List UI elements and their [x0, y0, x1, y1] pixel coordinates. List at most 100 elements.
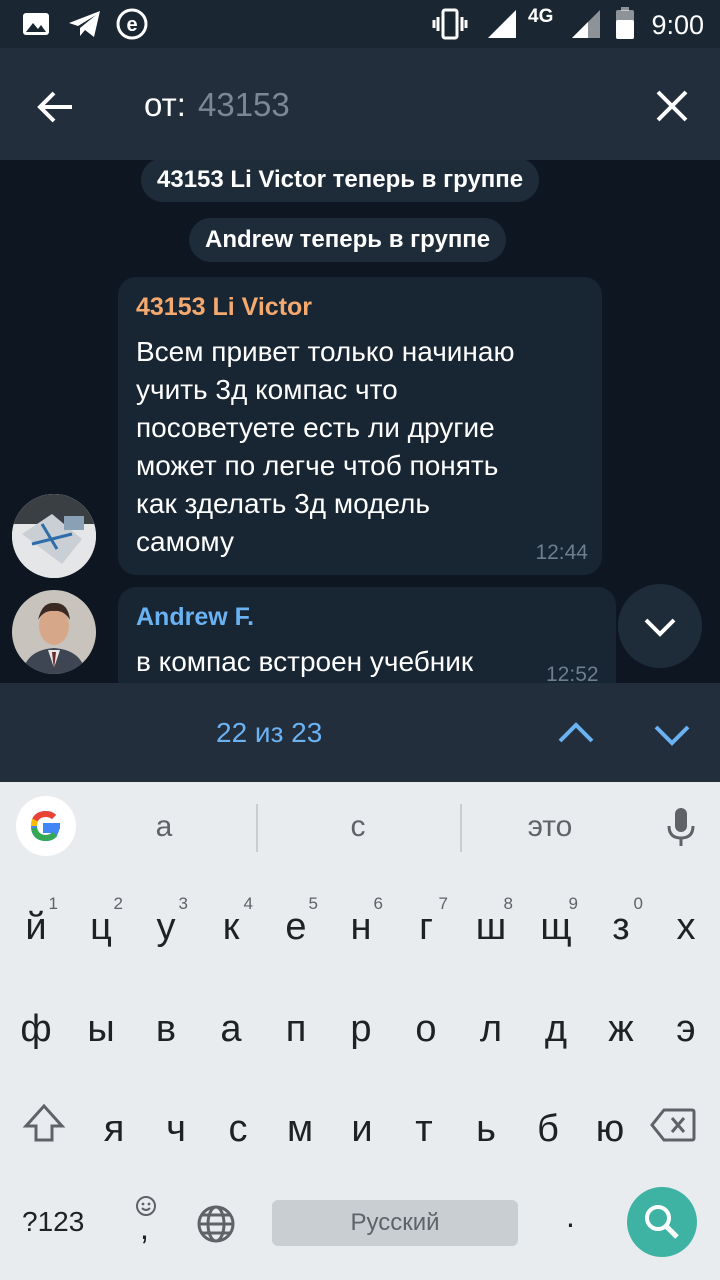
key-label: т [415, 1108, 433, 1150]
key[interactable]: ю [578, 1082, 642, 1162]
key[interactable]: и [330, 1082, 394, 1162]
key-label: ю [595, 1108, 625, 1150]
signal-icon-2 [572, 10, 600, 38]
key[interactable]: ф [4, 982, 68, 1062]
clock: 9:00 [651, 10, 704, 40]
message-sender[interactable]: Andrew F. [136, 603, 254, 632]
key[interactable]: в [134, 982, 198, 1062]
key[interactable]: ы [69, 982, 133, 1062]
key[interactable]: е5 [264, 880, 328, 960]
key-label: у [156, 906, 176, 948]
key-label: м [286, 1108, 314, 1150]
key-label: ц [90, 906, 112, 948]
message-line: может по легче чтоб понять [136, 450, 499, 481]
service-message: Andrew теперь в группе [189, 218, 507, 262]
key-hint: 3 [178, 894, 188, 913]
key[interactable]: к4 [199, 880, 263, 960]
key[interactable]: ш8 [459, 880, 523, 960]
search-result-counter: 22 из 23 [216, 717, 323, 748]
suggestion[interactable]: а [124, 810, 204, 844]
key-hint: 1 [48, 894, 58, 913]
divider [460, 804, 462, 852]
close-icon[interactable] [652, 86, 692, 126]
suggestion[interactable]: это [500, 810, 600, 844]
key[interactable]: д [524, 982, 588, 1062]
key[interactable]: ц2 [69, 880, 133, 960]
avatar-li-victor[interactable] [12, 494, 96, 578]
search-prefix: от: [144, 86, 186, 123]
key[interactable]: м [268, 1082, 332, 1162]
telegram-icon [69, 11, 100, 37]
scroll-down-button[interactable] [618, 584, 702, 668]
message-line: посоветуете есть ли другие [136, 412, 495, 443]
message-line: Всем привет только начинаю [136, 336, 515, 367]
key[interactable]: н6 [329, 880, 393, 960]
key-label: п [285, 1008, 307, 1050]
microphone-icon[interactable] [664, 806, 698, 850]
key-label: х [676, 906, 696, 948]
key-label: и [351, 1108, 373, 1150]
comma-key[interactable]: , [130, 1194, 162, 1250]
shift-icon[interactable] [22, 1102, 66, 1146]
key[interactable]: я [82, 1082, 146, 1162]
key[interactable]: ь [454, 1082, 518, 1162]
key-label: р [350, 1008, 372, 1050]
key[interactable]: о [394, 982, 458, 1062]
key[interactable]: р [329, 982, 393, 1062]
key-hint: 5 [308, 894, 318, 913]
suggestion[interactable]: с [318, 810, 398, 844]
message-line: как зделать 3д модель [136, 488, 430, 519]
message-sender[interactable]: 43153 Li Victor [136, 293, 312, 322]
key[interactable]: а [199, 982, 263, 1062]
key[interactable]: щ9 [524, 880, 588, 960]
network-type: 4G [528, 6, 554, 27]
key-label: о [415, 1008, 437, 1050]
globe-icon[interactable] [196, 1204, 236, 1244]
service-message: 43153 Li Victor теперь в группе [141, 160, 540, 202]
message-bubble[interactable]: Andrew F. в компас встроен учебник 12:52 [118, 587, 616, 683]
symbols-key[interactable]: ?123 [22, 1206, 84, 1238]
search-input[interactable] [198, 82, 618, 128]
key-label: к [222, 906, 240, 948]
google-button[interactable] [16, 796, 76, 856]
key[interactable]: т [392, 1082, 456, 1162]
key-label: ж [608, 1008, 634, 1050]
key[interactable]: л [459, 982, 523, 1062]
message-time: 12:52 [546, 663, 599, 683]
key[interactable]: б [516, 1082, 580, 1162]
avatar-andrew[interactable] [12, 590, 96, 674]
chevron-down-icon [644, 618, 676, 637]
period-key[interactable]: . [566, 1198, 575, 1235]
next-result-chevron-down-icon[interactable] [650, 721, 694, 749]
key[interactable]: п [264, 982, 328, 1062]
key-hint: 9 [568, 894, 578, 913]
key[interactable]: с [206, 1082, 270, 1162]
key[interactable]: з0 [589, 880, 653, 960]
backspace-icon[interactable] [650, 1108, 696, 1142]
space-bar[interactable]: Русский [272, 1200, 518, 1246]
key[interactable]: г7 [394, 880, 458, 960]
back-arrow-icon[interactable] [30, 82, 80, 132]
key[interactable]: й1 [4, 880, 68, 960]
message-bubble[interactable]: 43153 Li Victor Всем привет только начин… [118, 277, 602, 575]
keyboard-suggestion-bar: а с это [0, 782, 720, 870]
message-time: 12:44 [535, 541, 588, 564]
browser-icon: e [116, 8, 148, 40]
message-text: в компас встроен учебник [136, 646, 474, 677]
key-label: л [479, 1008, 503, 1050]
key[interactable]: у3 [134, 880, 198, 960]
key[interactable]: э [654, 982, 718, 1062]
search-header: от: [0, 48, 720, 160]
message-line: учить 3д компас что [136, 374, 398, 405]
previous-result-chevron-up-icon[interactable] [554, 719, 598, 747]
divider [256, 804, 258, 852]
key-label: ы [87, 1008, 115, 1050]
key[interactable]: ч [144, 1082, 208, 1162]
key-label: н [350, 906, 372, 948]
key-label: е [285, 906, 307, 948]
search-key[interactable] [627, 1187, 697, 1257]
key-label: ш [475, 906, 507, 948]
key[interactable]: ж [589, 982, 653, 1062]
key-label: я [103, 1108, 125, 1150]
key[interactable]: х [654, 880, 718, 960]
